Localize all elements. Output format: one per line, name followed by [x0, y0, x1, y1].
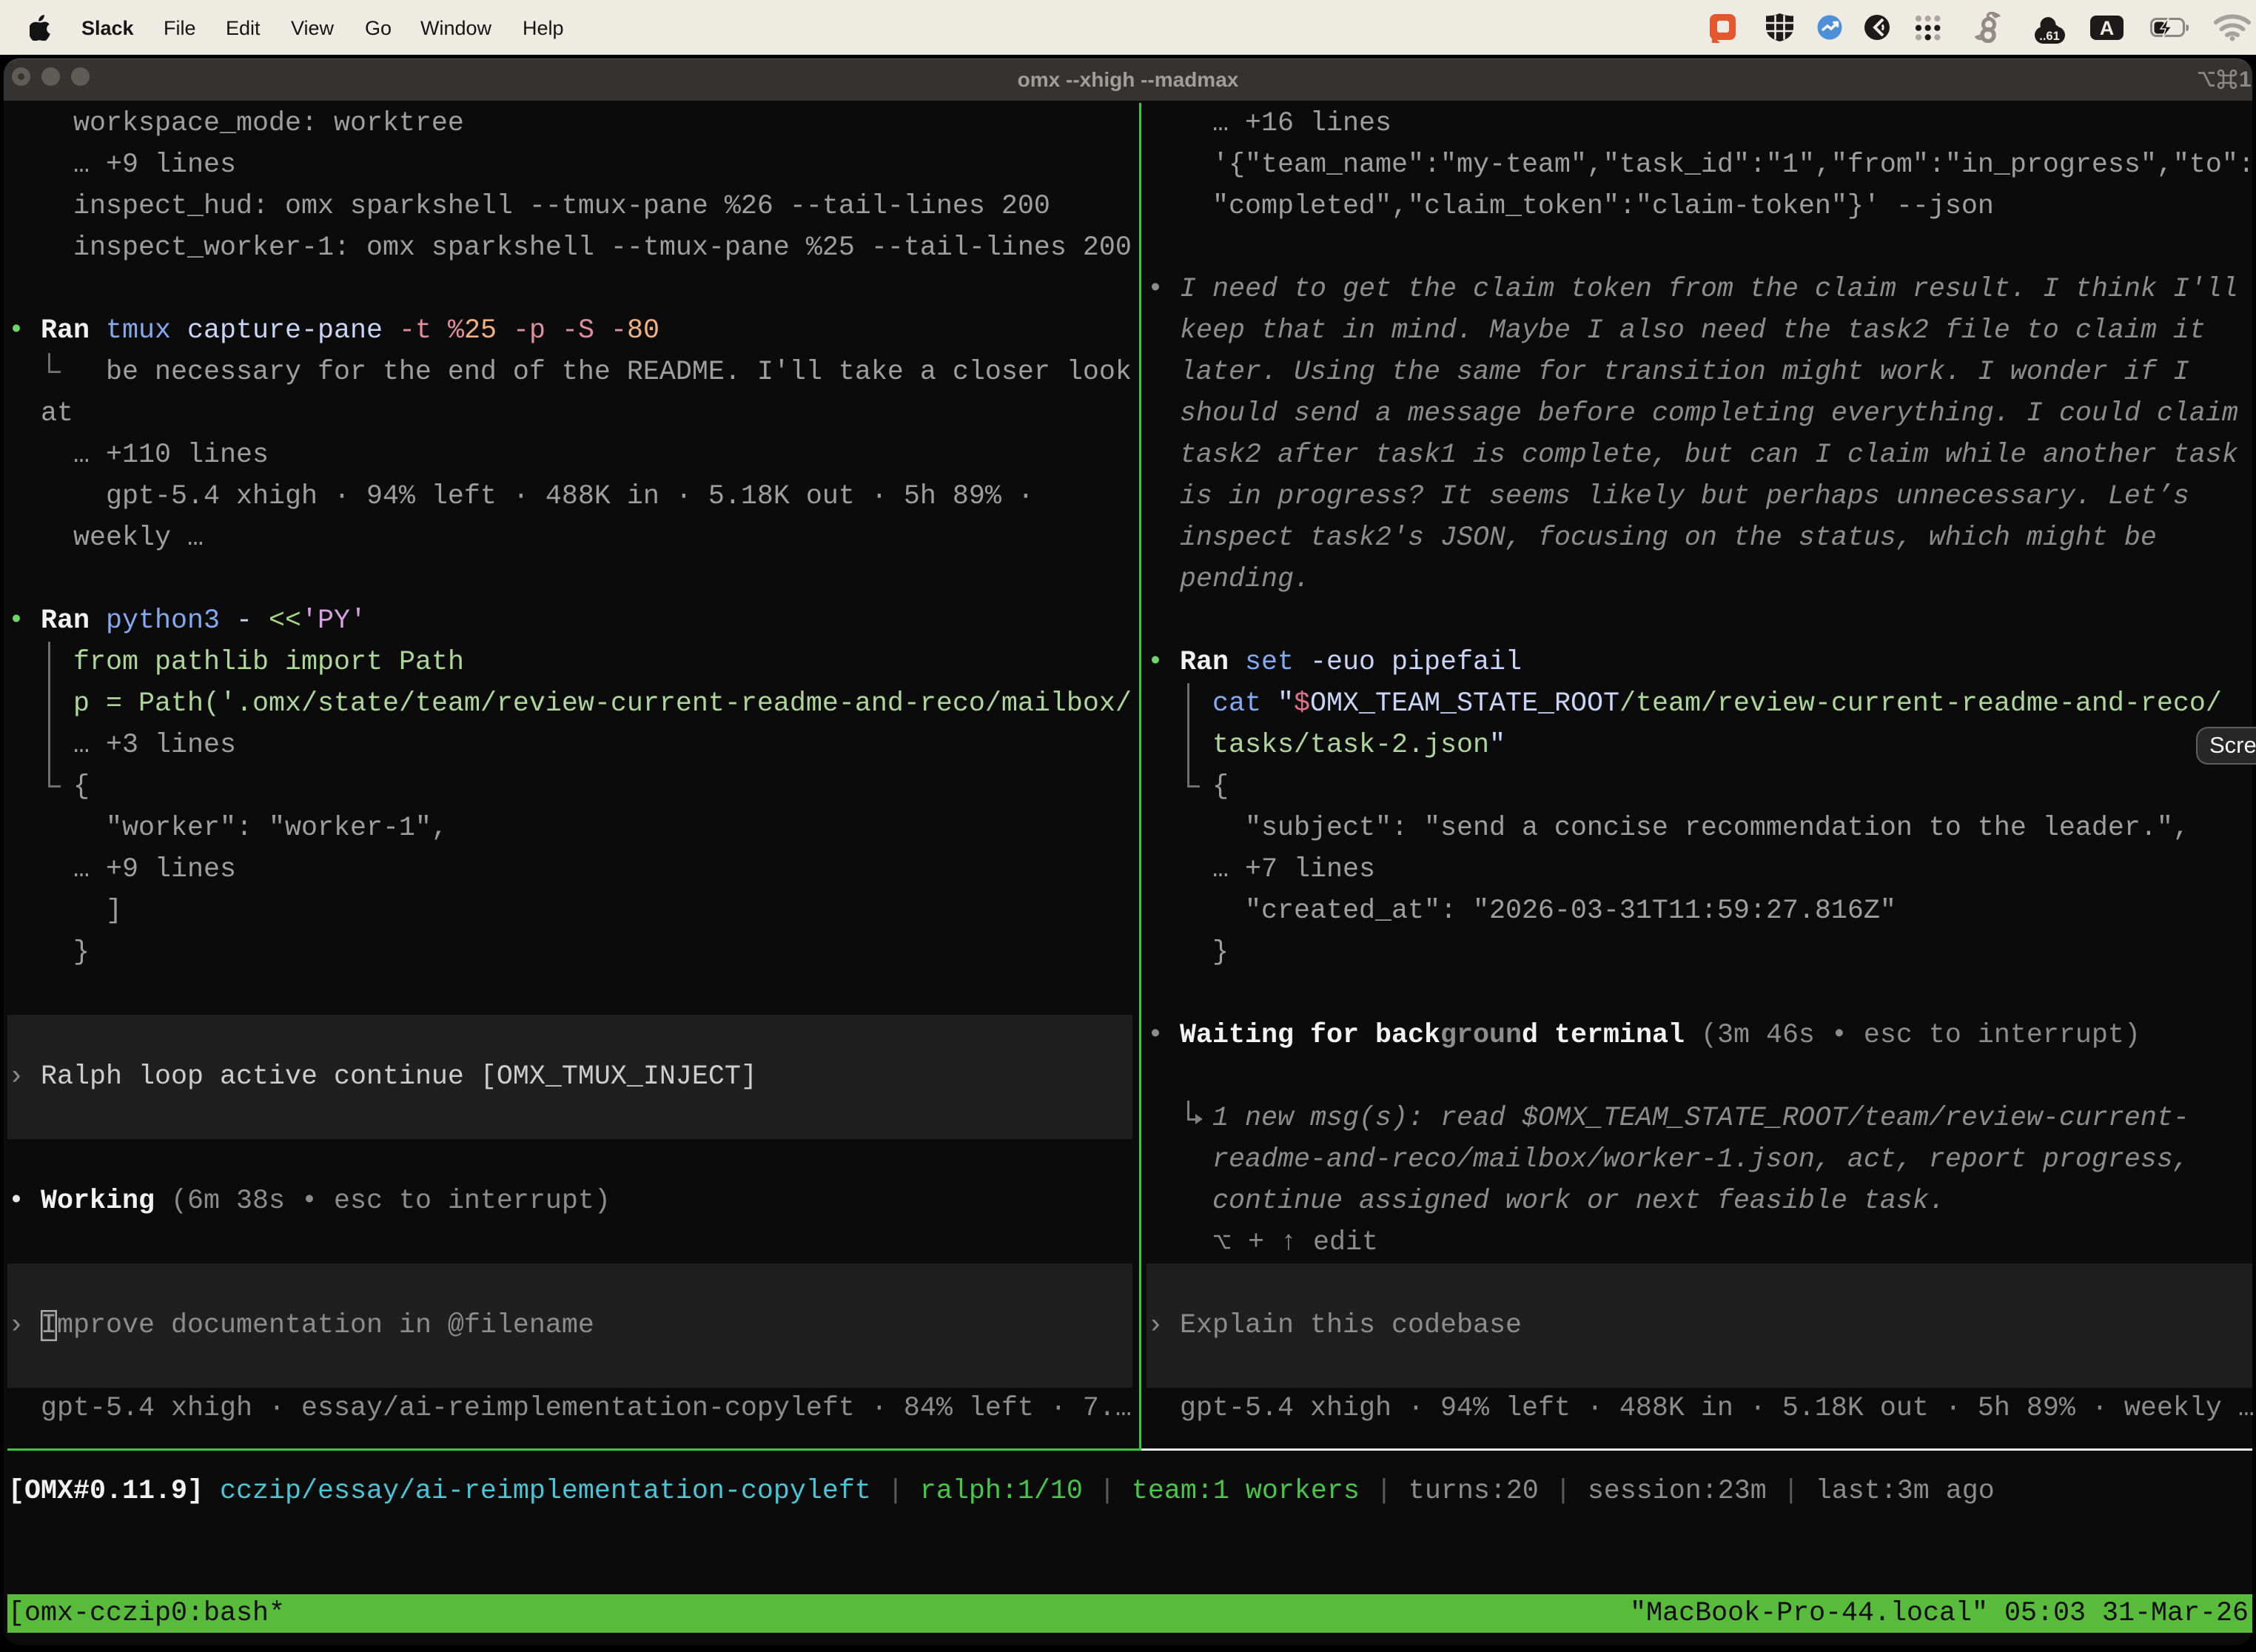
svg-text:..61: ..61	[2039, 30, 2060, 43]
